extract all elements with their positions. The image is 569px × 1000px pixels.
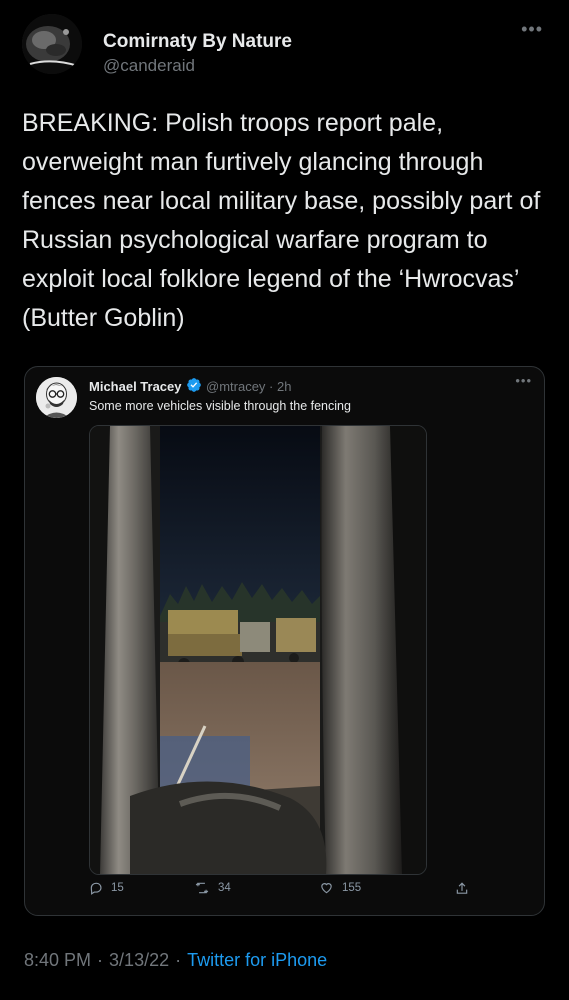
like-count: 155 xyxy=(342,882,362,894)
quoted-tweet-photo[interactable] xyxy=(89,425,427,875)
tweet-text: BREAKING: Polish troops report pale, ove… xyxy=(22,109,541,332)
tweet-metadata: 8:40 PM · 3/13/22 · Twitter for iPhone xyxy=(24,950,328,970)
quoted-tweet-age[interactable]: 2h xyxy=(277,379,291,394)
quoted-author-avatar[interactable] xyxy=(36,377,77,418)
quoted-author-name[interactable]: Michael Tracey xyxy=(89,379,182,394)
share-action[interactable] xyxy=(455,881,477,896)
tweet-author-row: Comirnaty By Nature @canderaid ••• xyxy=(22,14,547,76)
tweet-time[interactable]: 8:40 PM xyxy=(24,950,91,970)
tweet-source[interactable]: Twitter for iPhone xyxy=(187,950,327,970)
share-icon xyxy=(456,882,468,894)
reply-count: 15 xyxy=(111,882,124,894)
quoted-more-options-icon[interactable]: ••• xyxy=(515,373,532,388)
quoted-author-avatar-image xyxy=(36,377,77,418)
quoted-tweet-card[interactable]: Michael Tracey @mtracey · 2h ••• Some mo… xyxy=(24,366,545,916)
heart-icon xyxy=(321,883,332,894)
verified-badge-icon xyxy=(187,378,201,392)
retweet-icon xyxy=(195,882,209,894)
quoted-tweet-actions: 15 34 155 xyxy=(89,881,479,903)
quoted-author-handle[interactable]: @mtracey xyxy=(206,379,265,394)
fence-vehicles-photo xyxy=(90,426,426,874)
quoted-tweet-text: Some more vehicles visible through the f… xyxy=(89,399,351,413)
author-avatar[interactable] xyxy=(22,14,82,74)
retweet-count: 34 xyxy=(218,882,231,894)
like-action[interactable]: 155 xyxy=(319,881,361,895)
reply-icon xyxy=(90,882,102,895)
more-options-icon[interactable]: ••• xyxy=(521,20,543,38)
reply-action[interactable]: 15 xyxy=(89,881,124,895)
tweet-date[interactable]: 3/13/22 xyxy=(109,950,169,970)
author-handle[interactable]: @canderaid xyxy=(103,56,195,76)
quoted-author-handle-age: @mtracey · 2h xyxy=(206,379,292,394)
author-name[interactable]: Comirnaty By Nature xyxy=(103,31,292,53)
retweet-action[interactable]: 34 xyxy=(194,881,231,895)
author-avatar-image xyxy=(22,14,82,74)
